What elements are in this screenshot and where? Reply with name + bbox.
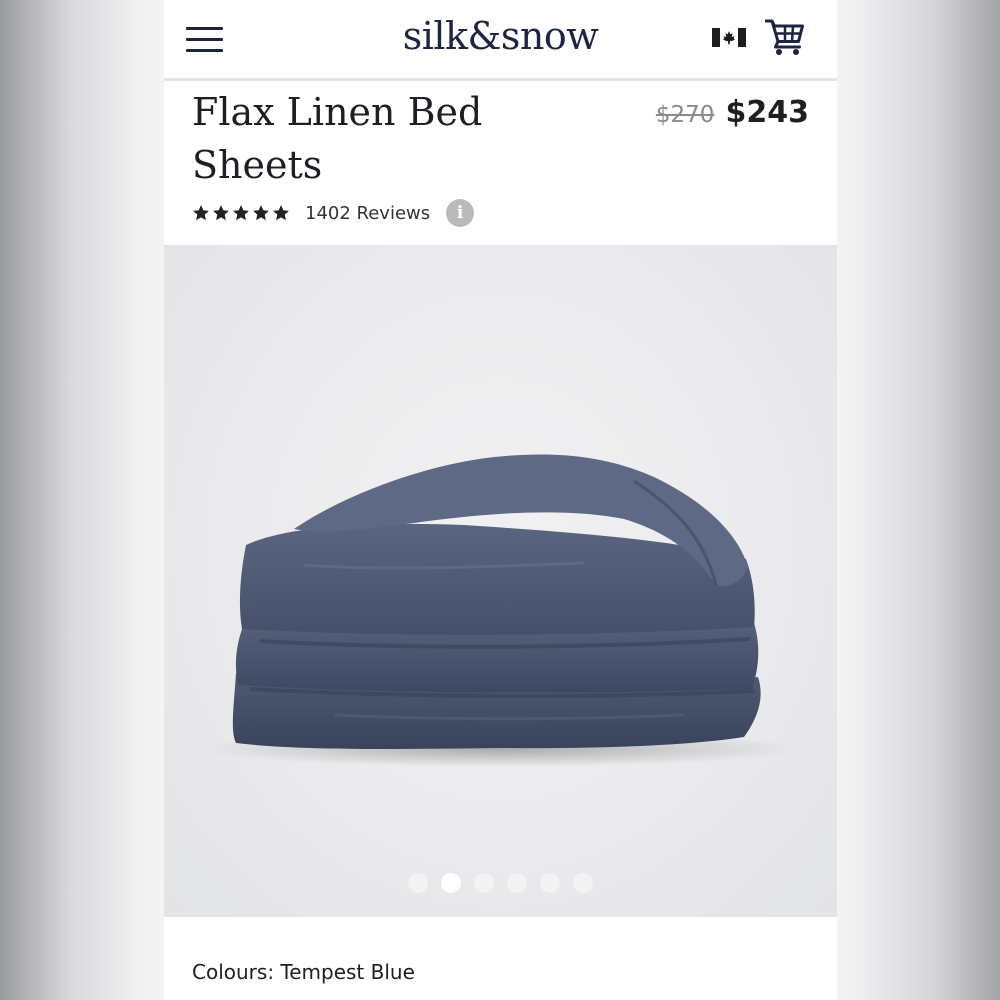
- product-price: $270 $243: [656, 95, 809, 130]
- star-icon: [253, 205, 269, 221]
- carousel-dot[interactable]: [408, 873, 428, 893]
- product-title: Flax Linen Bed Sheets: [192, 86, 612, 192]
- star-rating: [192, 204, 290, 222]
- colour-selection-label: Colours: Tempest Blue: [192, 960, 415, 984]
- phone-screen: silk&snow Flax Linen Bed Sheets $270 $24…: [164, 0, 837, 1000]
- product-image[interactable]: [164, 245, 837, 917]
- product-title-line-1: Flax Linen Bed: [192, 90, 483, 134]
- product-title-line-2: Sheets: [192, 143, 323, 187]
- carousel-dot[interactable]: [573, 873, 593, 893]
- carousel-dot[interactable]: [540, 873, 560, 893]
- star-icon: [273, 205, 289, 221]
- carousel-dot-active[interactable]: [441, 873, 461, 893]
- carousel-dots: [164, 873, 837, 893]
- canada-flag-icon[interactable]: [712, 28, 746, 47]
- rating-row[interactable]: 1402 Reviews i: [192, 198, 475, 228]
- carousel-dot[interactable]: [507, 873, 527, 893]
- star-icon: [193, 205, 209, 221]
- reviews-link[interactable]: 1402 Reviews: [305, 203, 430, 224]
- star-icon: [233, 205, 249, 221]
- shopping-cart-icon[interactable]: [765, 18, 805, 56]
- original-price: $270: [655, 102, 715, 128]
- carousel-dot[interactable]: [474, 873, 494, 893]
- site-header: silk&snow: [164, 0, 837, 81]
- sale-price: $243: [725, 95, 810, 130]
- star-icon: [213, 205, 229, 221]
- info-icon[interactable]: i: [446, 199, 475, 227]
- folded-duvet-image: [200, 454, 800, 767]
